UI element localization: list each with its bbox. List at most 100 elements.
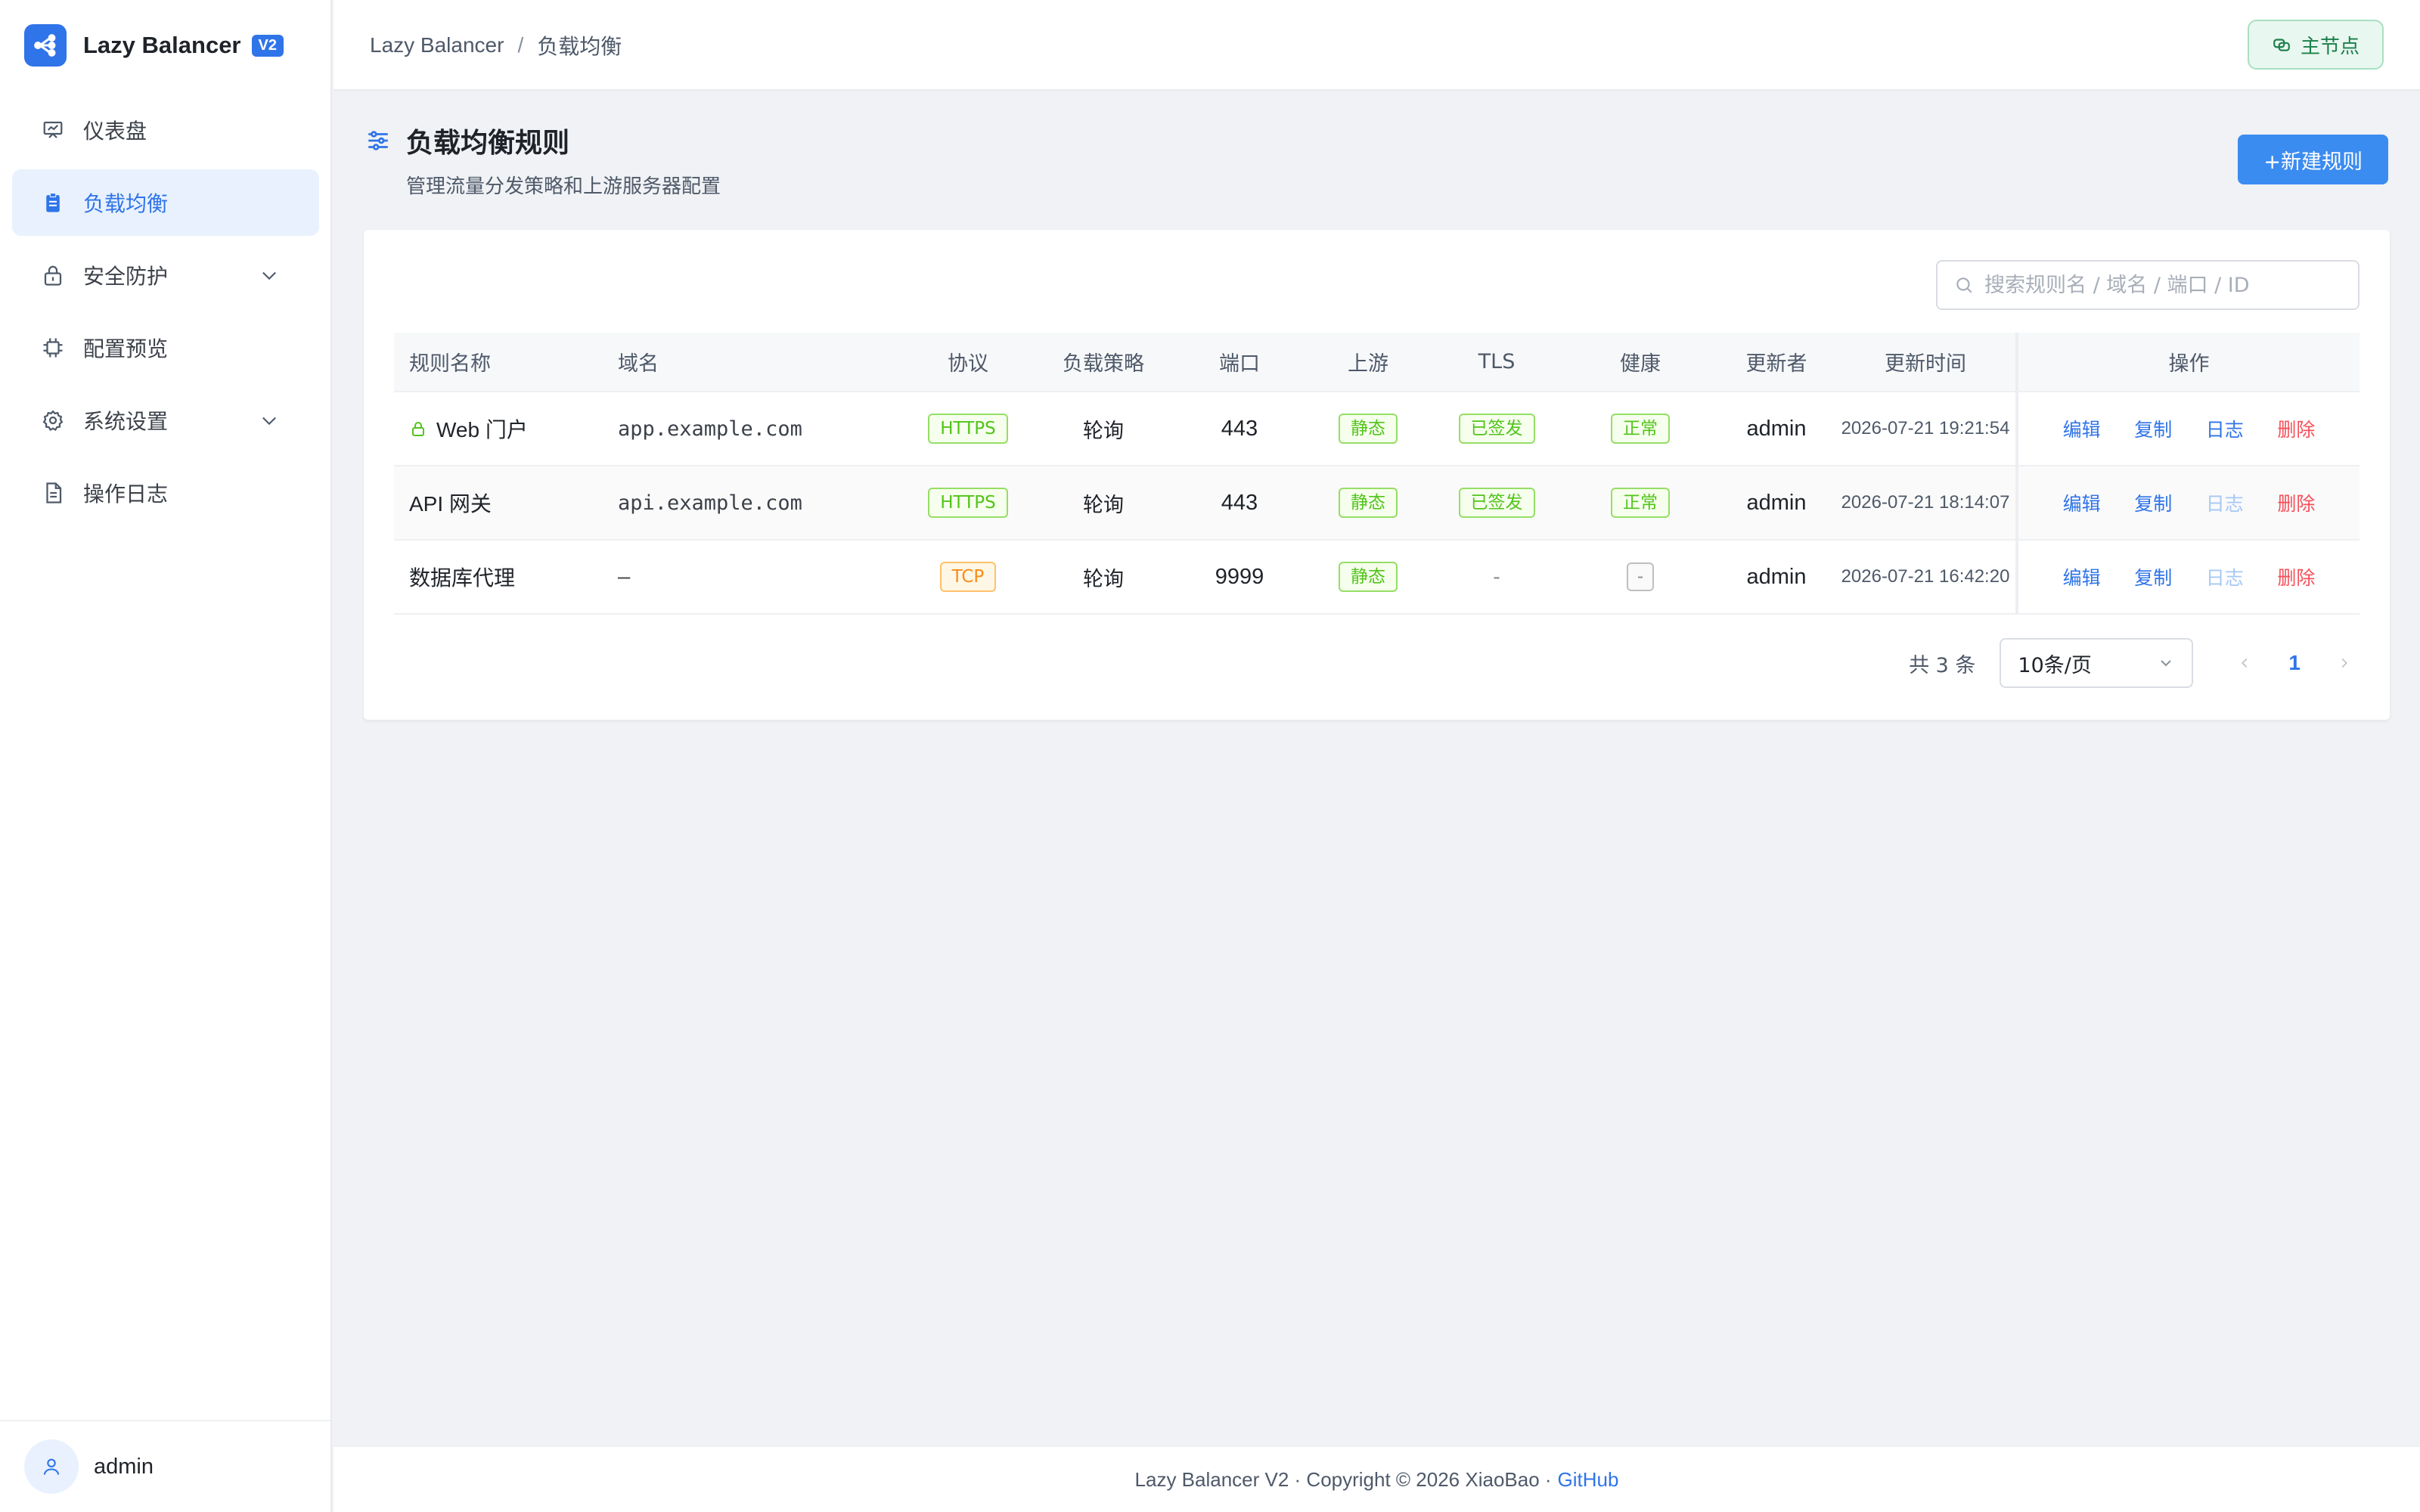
search-box[interactable] bbox=[1936, 260, 2360, 310]
delete-link[interactable]: 删除 bbox=[2277, 567, 2315, 589]
page-footer: Lazy Balancer V2 · Copyright © 2026 Xiao… bbox=[334, 1445, 2420, 1512]
domain-cell: app.example.com bbox=[603, 392, 902, 466]
sidebar-item-label: 系统设置 bbox=[83, 409, 169, 434]
sidebar-item-operation-log[interactable]: 操作日志 bbox=[12, 460, 319, 526]
actions-cell: 编辑 复制 日志 删除 bbox=[2015, 540, 2360, 615]
col-upstream: 上游 bbox=[1306, 333, 1430, 392]
brand-name: Lazy Balancer bbox=[83, 32, 241, 58]
brand[interactable]: Lazy Balancer V2 bbox=[24, 24, 284, 67]
search-input[interactable] bbox=[1984, 273, 2347, 297]
table-header-row: 规则名称 域名 协议 负载策略 端口 上游 TLS 健康 更新者 更新时间 操作 bbox=[394, 333, 2360, 392]
delete-link[interactable]: 删除 bbox=[2277, 419, 2315, 441]
sidebar-item-label: 配置预览 bbox=[83, 336, 169, 361]
lock-icon bbox=[412, 422, 424, 436]
breadcrumb: Lazy Balancer / 负载均衡 bbox=[370, 30, 622, 60]
health-cell: 正常 bbox=[1563, 392, 1717, 466]
upstream-tag: 静态 bbox=[1339, 488, 1398, 518]
lock-icon bbox=[41, 263, 65, 287]
next-page-button[interactable] bbox=[2329, 648, 2360, 678]
updated-cell: 2026-07-21 18:14:07 bbox=[1835, 466, 2017, 541]
gear-icon bbox=[41, 408, 65, 432]
health-cell: 正常 bbox=[1563, 466, 1717, 541]
log-link[interactable]: 日志 bbox=[2206, 419, 2244, 441]
rule-name: API 网关 bbox=[409, 492, 492, 516]
protocol-tag: HTTPS bbox=[928, 414, 1008, 444]
upstream-tag: 静态 bbox=[1339, 562, 1398, 592]
port-cell: 9999 bbox=[1173, 540, 1306, 615]
user-icon bbox=[43, 1458, 60, 1475]
breadcrumb-home[interactable]: Lazy Balancer bbox=[370, 33, 504, 57]
page-size-select[interactable]: 10条/页 bbox=[2000, 638, 2194, 688]
chevron-down-icon[interactable] bbox=[259, 410, 280, 431]
github-link[interactable]: GitHub bbox=[1558, 1468, 1619, 1492]
updated-cell: 2026-07-21 19:21:54 bbox=[1835, 392, 2017, 466]
rule-name-cell: 数据库代理 bbox=[394, 540, 603, 615]
sidebar-menu: 仪表盘 负载均衡 安全防护 配置预览 系统设置 操作日志 bbox=[12, 97, 319, 532]
sidebar-item-label: 仪表盘 bbox=[83, 119, 147, 144]
user-name: admin bbox=[94, 1454, 154, 1479]
breadcrumb-current: 负载均衡 bbox=[537, 35, 622, 58]
log-link[interactable]: 日志 bbox=[2206, 567, 2244, 589]
sidebar-item-settings[interactable]: 系统设置 bbox=[12, 387, 319, 454]
chevron-right-icon bbox=[2341, 658, 2348, 668]
sliders-icon bbox=[368, 131, 388, 150]
col-domain: 域名 bbox=[603, 333, 902, 392]
strategy-cell: 轮询 bbox=[1034, 466, 1173, 541]
col-port: 端口 bbox=[1173, 333, 1306, 392]
delete-link[interactable]: 删除 bbox=[2277, 493, 2315, 515]
col-strategy: 负载策略 bbox=[1034, 333, 1173, 392]
user-panel[interactable]: admin bbox=[0, 1420, 330, 1512]
avatar[interactable] bbox=[24, 1439, 79, 1494]
sidebar-item-dashboard[interactable]: 仪表盘 bbox=[12, 97, 319, 163]
page-number-current[interactable]: 1 bbox=[2288, 651, 2301, 675]
main-node-button[interactable]: 主节点 bbox=[2247, 20, 2384, 70]
col-actions: 操作 bbox=[2015, 333, 2360, 392]
copy-link[interactable]: 复制 bbox=[2134, 493, 2172, 515]
domain-cell: api.example.com bbox=[603, 466, 902, 541]
chevron-down-icon[interactable] bbox=[259, 265, 280, 286]
sidebar-item-config-preview[interactable]: 配置预览 bbox=[12, 314, 319, 381]
table-row[interactable]: Web 门户 app.example.com HTTPS 轮询 443 静态 已… bbox=[394, 392, 2360, 466]
sidebar-item-security[interactable]: 安全防护 bbox=[12, 242, 319, 308]
col-health: 健康 bbox=[1563, 333, 1717, 392]
tls-cell: 已签发 bbox=[1430, 466, 1563, 541]
upstream-cell: 静态 bbox=[1306, 466, 1430, 541]
main-content: 负载均衡规则 管理流量分发策略和上游服务器配置 +新建规则 规则名称 域名 协议… bbox=[334, 92, 2420, 1445]
tls-cell: 已签发 bbox=[1430, 392, 1563, 466]
port-cell: 443 bbox=[1173, 392, 1306, 466]
updater-cell: admin bbox=[1717, 392, 1835, 466]
sidebar-item-load-balance[interactable]: 负载均衡 bbox=[12, 169, 319, 236]
actions-cell: 编辑 复制 日志 删除 bbox=[2015, 466, 2360, 541]
new-rule-button[interactable]: +新建规则 bbox=[2238, 135, 2388, 184]
protocol-tag: TCP bbox=[939, 562, 997, 592]
link-icon bbox=[2273, 39, 2290, 51]
pagination: 共 3 条 10条/页 1 bbox=[1909, 638, 2360, 688]
edit-link[interactable]: 编辑 bbox=[2063, 493, 2101, 515]
search-icon bbox=[1956, 277, 1972, 293]
main-node-label: 主节点 bbox=[2300, 35, 2360, 58]
total-count: 共 3 条 bbox=[1909, 653, 1976, 677]
table-row[interactable]: API 网关 api.example.com HTTPS 轮询 443 静态 已… bbox=[394, 466, 2360, 541]
health-tag: 正常 bbox=[1611, 488, 1670, 518]
edit-link[interactable]: 编辑 bbox=[2063, 419, 2101, 441]
health-cell: - bbox=[1563, 540, 1717, 615]
col-tls: TLS bbox=[1430, 333, 1563, 392]
edit-link[interactable]: 编辑 bbox=[2063, 567, 2101, 589]
clipboard-icon bbox=[41, 191, 65, 215]
prev-page-button[interactable] bbox=[2229, 648, 2260, 678]
protocol-cell: HTTPS bbox=[902, 466, 1034, 541]
page-title-text: 负载均衡规则 bbox=[406, 128, 570, 159]
log-link[interactable]: 日志 bbox=[2206, 493, 2244, 515]
page-header: 负载均衡规则 管理流量分发策略和上游服务器配置 bbox=[365, 121, 721, 199]
domain-cell: – bbox=[603, 540, 902, 615]
copy-link[interactable]: 复制 bbox=[2134, 419, 2172, 441]
copy-link[interactable]: 复制 bbox=[2134, 567, 2172, 589]
rule-name: 数据库代理 bbox=[409, 566, 516, 590]
breadcrumb-separator: / bbox=[517, 33, 524, 57]
rule-name-cell: API 网关 bbox=[394, 466, 603, 541]
table-row[interactable]: 数据库代理 – TCP 轮询 9999 静态 - - admin 2026-07… bbox=[394, 540, 2360, 615]
strategy-cell: 轮询 bbox=[1034, 392, 1173, 466]
version-badge: V2 bbox=[251, 34, 284, 57]
health-tag: - bbox=[1626, 562, 1655, 591]
upstream-cell: 静态 bbox=[1306, 392, 1430, 466]
